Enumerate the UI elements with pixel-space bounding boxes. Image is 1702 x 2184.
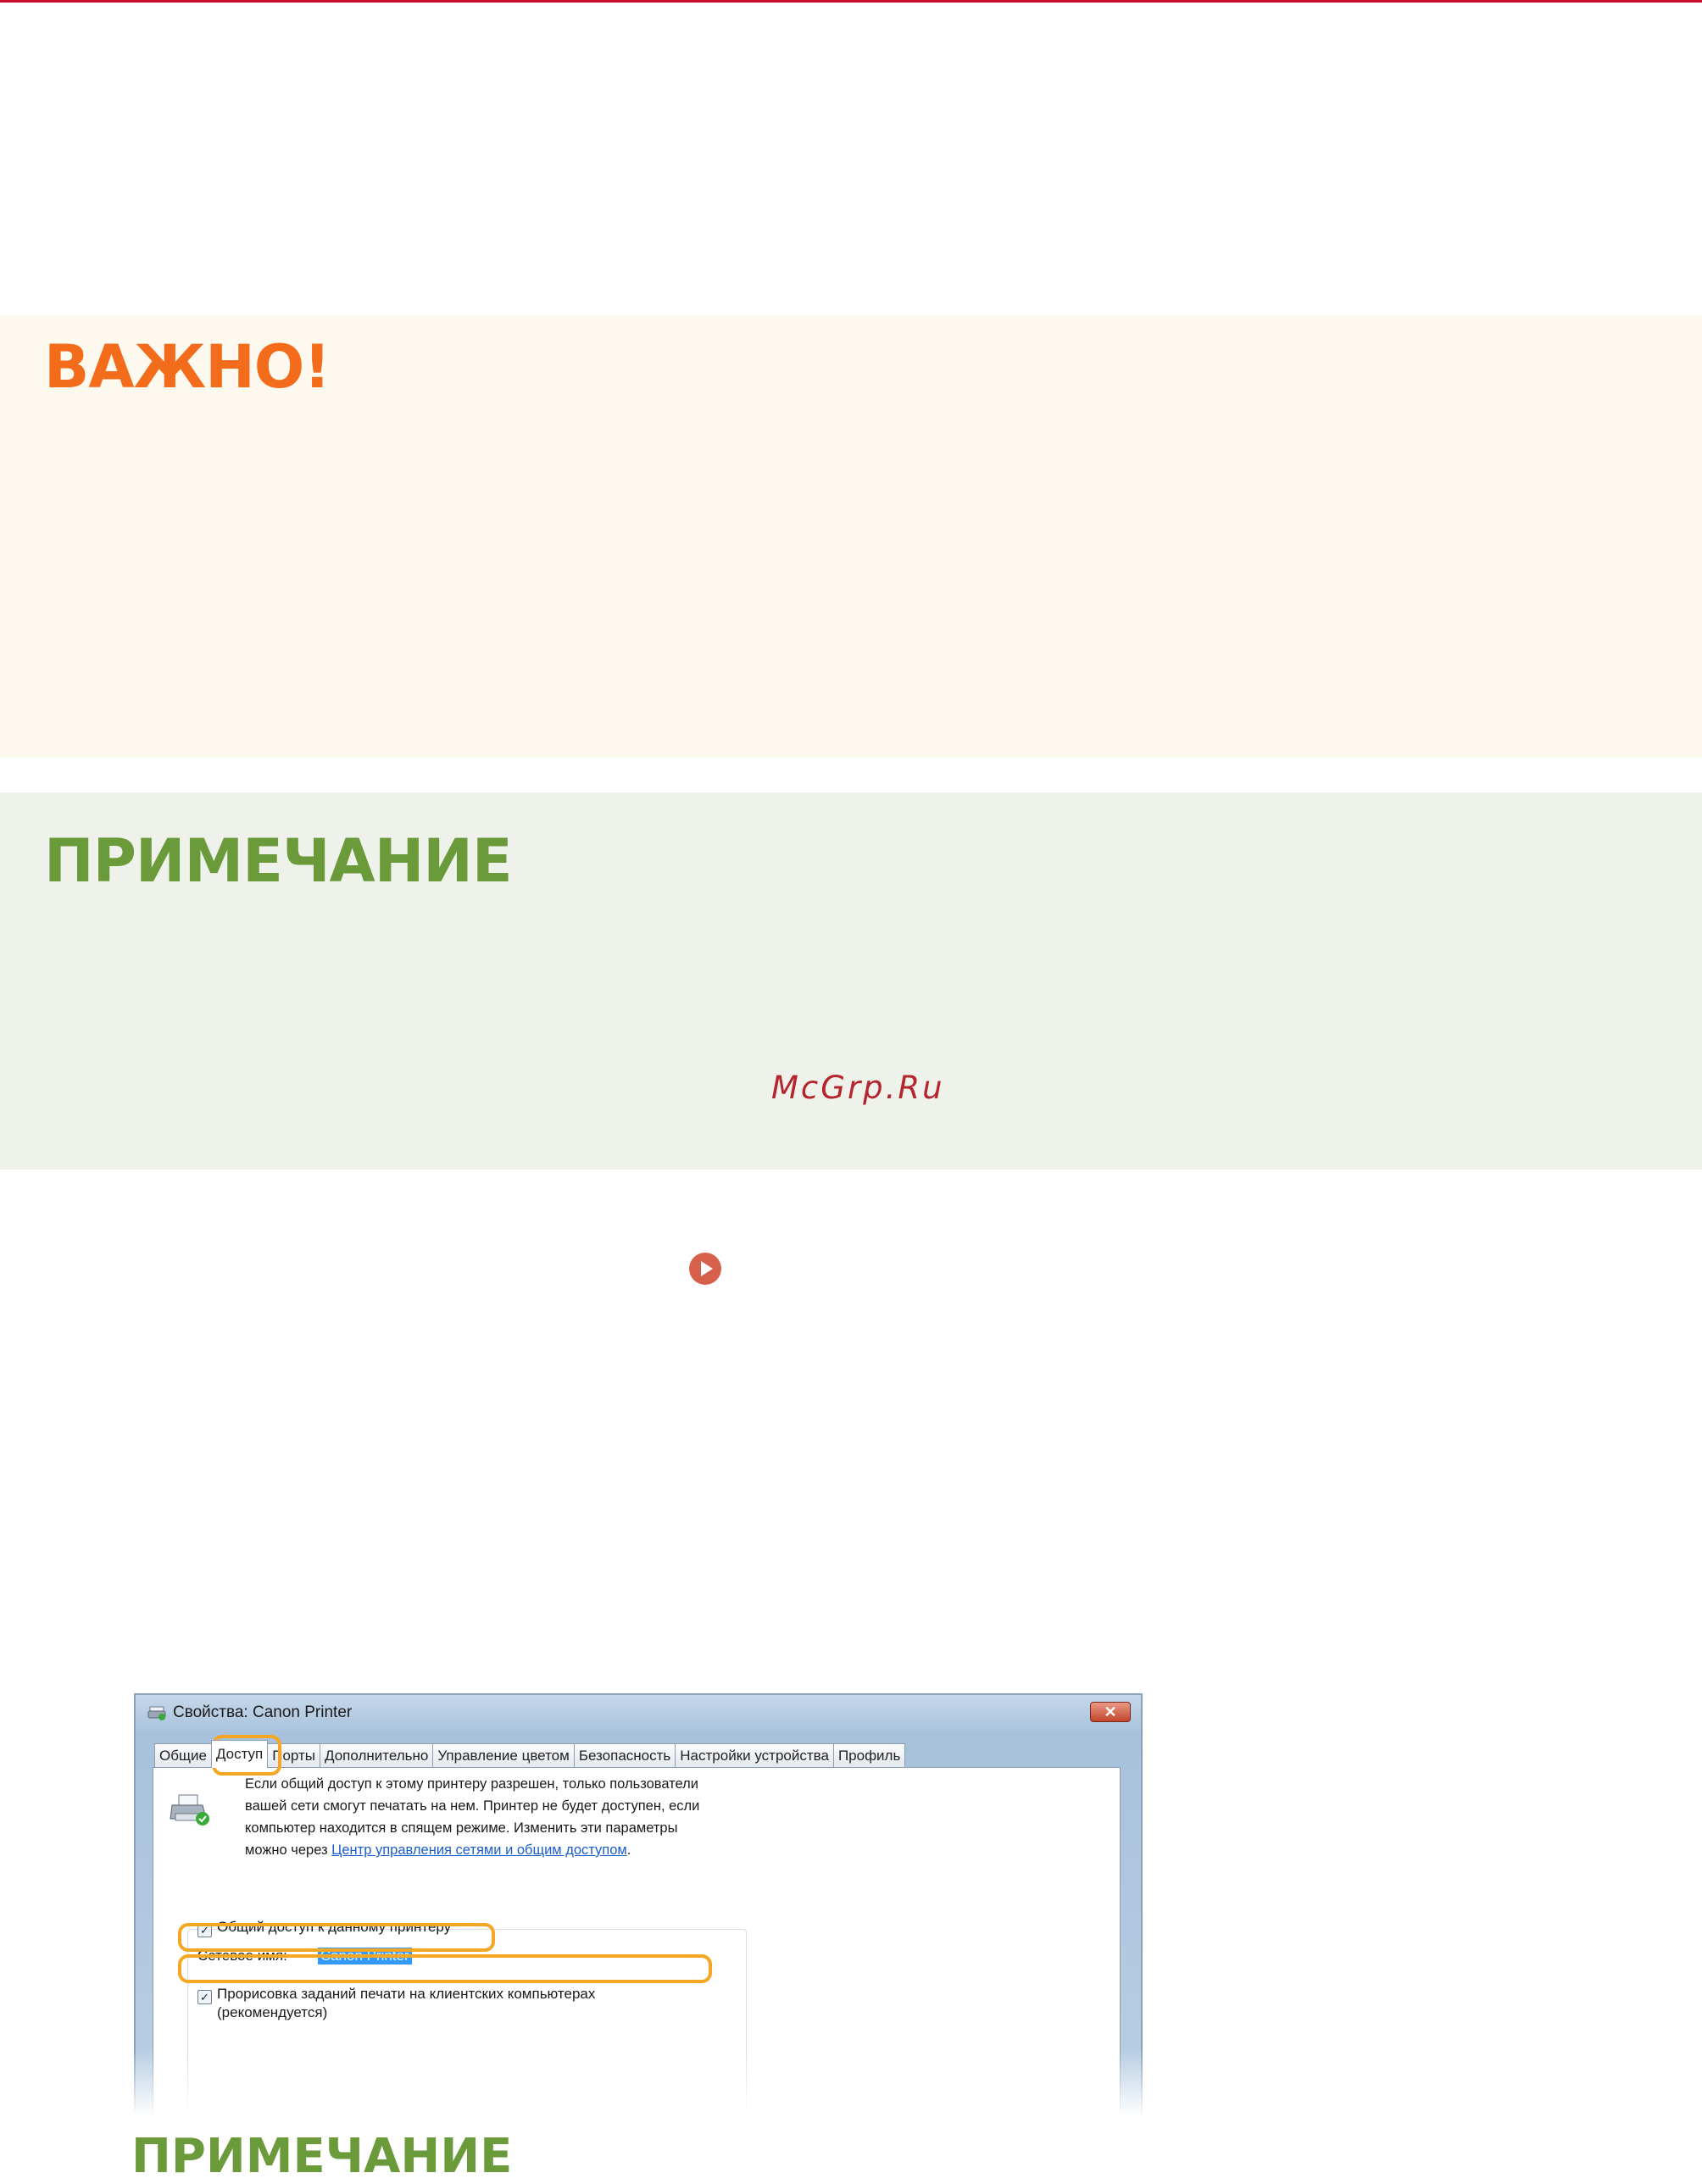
dialog-title-bar[interactable]: Свойства: Canon Printer ✕	[136, 1695, 1141, 1729]
tab-device-settings[interactable]: Настройки устройства	[675, 1743, 834, 1768]
play-circle-icon[interactable]	[688, 1252, 722, 1286]
tab-profile[interactable]: Профиль	[832, 1743, 906, 1768]
render-jobs-checkbox[interactable]: ✓	[197, 1990, 212, 2004]
tab-advanced[interactable]: Дополнительно	[320, 1743, 434, 1768]
printer-share-icon	[170, 1794, 209, 1826]
highlight-share-name	[178, 1954, 712, 1983]
sharing-description: Если общий доступ к этому принтеру разре…	[245, 1773, 720, 1861]
tab-security[interactable]: Безопасность	[573, 1743, 676, 1768]
render-jobs-label: Прорисовка заданий печати на клиентских …	[217, 1986, 596, 2020]
render-jobs-row[interactable]: ✓ Прорисовка заданий печати на клиентских…	[197, 1985, 658, 2022]
tab-color-management[interactable]: Управление цветом	[432, 1743, 575, 1768]
description-end: .	[626, 1842, 631, 1858]
note-heading: ПРИМЕЧАНИЕ	[44, 826, 513, 896]
network-center-link[interactable]: Центр управления сетями и общим доступом	[331, 1842, 627, 1858]
important-box: ВАЖНО!	[0, 315, 1702, 758]
close-button[interactable]: ✕	[1090, 1702, 1131, 1722]
important-heading: ВАЖНО!	[44, 332, 331, 402]
printer-properties-dialog: Свойства: Canon Printer ✕ Общие Доступ П…	[134, 1693, 1143, 2134]
top-rule	[0, 0, 1702, 3]
tab-general[interactable]: Общие	[154, 1743, 212, 1768]
highlight-share-checkbox	[178, 1923, 495, 1952]
close-icon: ✕	[1104, 1703, 1117, 1720]
tab-sharing[interactable]: Доступ	[210, 1740, 269, 1768]
note-box: ПРИМЕЧАНИЕ	[0, 792, 1702, 1170]
note-heading-bottom: ПРИМЕЧАНИЕ	[131, 2129, 513, 2184]
watermark: McGrp.Ru	[771, 1070, 945, 1106]
app-icon	[147, 1706, 166, 1720]
dialog-title: Свойства: Canon Printer	[173, 1703, 353, 1721]
tab-strip: Общие Доступ Порты Дополнительно Управле…	[154, 1740, 906, 1768]
